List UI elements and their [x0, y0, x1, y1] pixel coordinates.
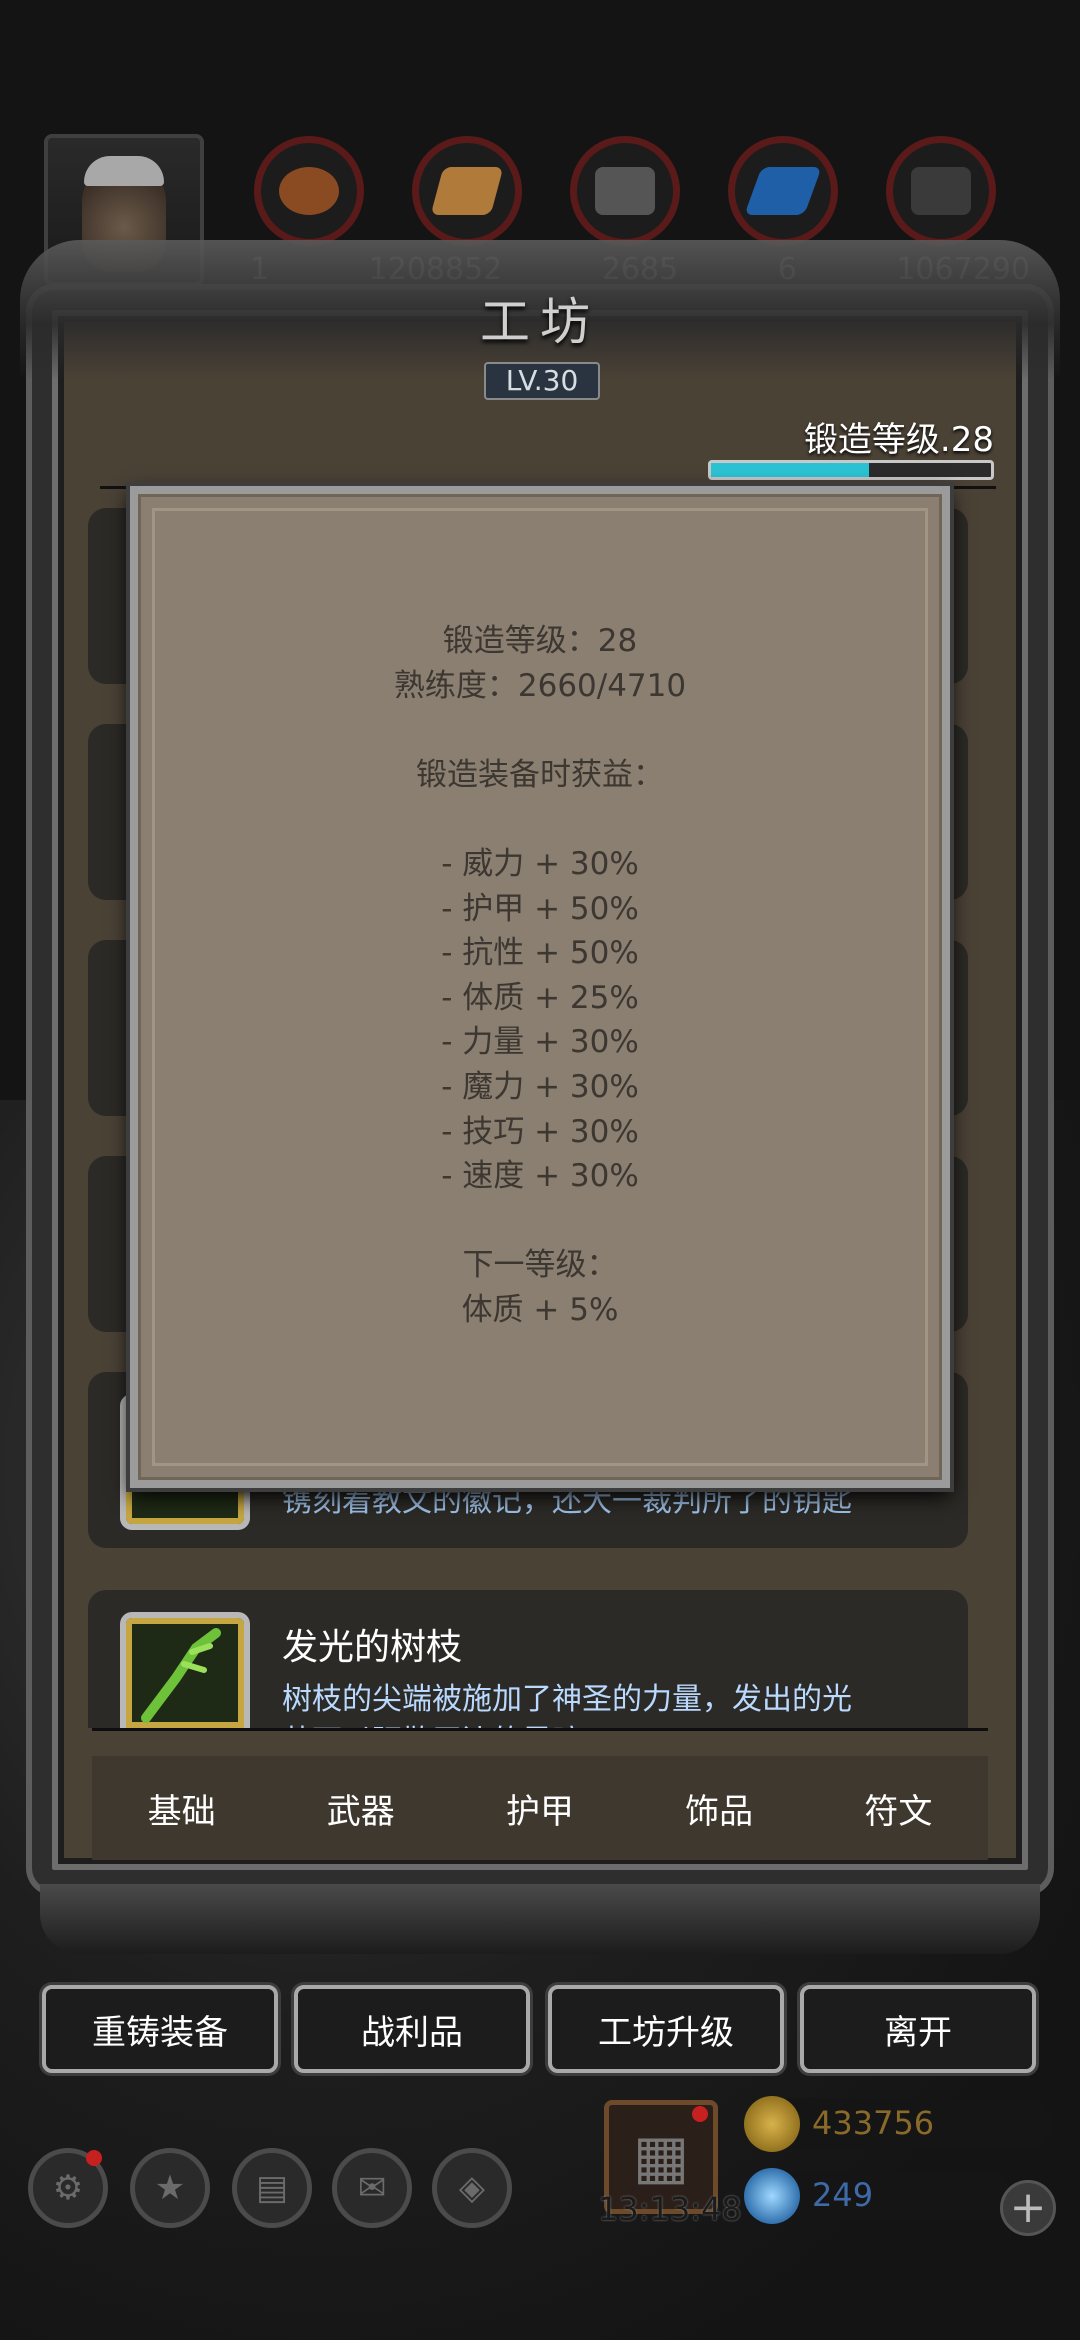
plus-icon[interactable]: + [1000, 2180, 1056, 2236]
benefit-line: - 魔力 + 30% [441, 1068, 639, 1105]
notification-dot [86, 2150, 102, 2166]
resource-plank-icon[interactable] [412, 136, 522, 246]
resource-wood-icon[interactable] [254, 136, 364, 246]
branch-icon [141, 1628, 221, 1723]
benefit-line: - 护甲 + 50% [441, 890, 639, 927]
resource-ore-icon[interactable] [570, 136, 680, 246]
item-description: 芒可以驱散无边的黑暗 [282, 1716, 582, 1728]
gem-amount: 249 [812, 2176, 874, 2214]
divider [92, 1728, 988, 1731]
reforge-button[interactable]: 重铸装备 [42, 1985, 278, 2073]
tab-accessories[interactable]: 饰品 [639, 1784, 799, 1833]
rune-icon[interactable]: ◈ [432, 2148, 512, 2228]
forge-level-line: 锻造等级：28 [442, 623, 638, 659]
avatar-cap [84, 156, 164, 186]
benefit-line: - 速度 + 30% [441, 1158, 639, 1195]
tab-runes[interactable]: 符文 [818, 1784, 978, 1833]
workshop-title: 工坊 [480, 293, 600, 351]
workshop-upgrade-button[interactable]: 工坊升级 [548, 1985, 784, 2073]
tab-weapons[interactable]: 武器 [281, 1784, 441, 1833]
notification-dot [692, 2106, 708, 2122]
item-name: 发光的树枝 [282, 1627, 463, 1668]
glowing-branch-icon[interactable] [120, 1612, 250, 1728]
benefit-line: - 威力 + 30% [441, 845, 639, 882]
benefits-heading: 锻造装备时获益： [416, 756, 664, 793]
scroll-icon[interactable]: ▤ [232, 2148, 312, 2228]
forge-level-label[interactable]: 锻造等级.28 [804, 412, 994, 461]
benefit-line: - 力量 + 30% [441, 1024, 639, 1061]
popup-content: 锻造等级：28 熟练度：2660/4710 锻造装备时获益： - 威力 + 30… [138, 619, 942, 1333]
workshop-level-badge: LV.30 [484, 362, 600, 400]
forge-progress-fill [711, 463, 870, 477]
proficiency-line: 熟练度：2660/4710 [393, 667, 687, 704]
next-level-heading: 下一等级： [462, 1247, 618, 1284]
mail-icon[interactable]: ✉ [332, 2148, 412, 2228]
item-description: 树枝的尖端被施加了神圣的力量，发出的光 [282, 1682, 852, 1717]
resource-crystal-icon[interactable] [728, 136, 838, 246]
resource-ingot-icon[interactable] [886, 136, 996, 246]
leave-button[interactable]: 离开 [800, 1985, 1036, 2073]
category-tabs: 基础 武器 护甲 饰品 符文 [92, 1756, 988, 1860]
gold-coin-icon [744, 2096, 800, 2152]
benefit-line: - 抗性 + 50% [441, 935, 639, 972]
gold-amount: 433756 [812, 2104, 935, 2142]
next-level-benefit: 体质 + 5% [461, 1291, 619, 1328]
tab-basic[interactable]: 基础 [102, 1784, 262, 1833]
forge-progress-bar [708, 460, 994, 480]
loot-button[interactable]: 战利品 [294, 1985, 530, 2073]
gem-icon [744, 2168, 800, 2224]
gift-timer: 13:13:48 [598, 2190, 742, 2228]
star-icon[interactable]: ★ [130, 2148, 210, 2228]
frame-bottom-ornament [40, 1884, 1040, 1954]
benefit-line: - 技巧 + 30% [441, 1113, 639, 1150]
tab-armor[interactable]: 护甲 [460, 1784, 620, 1833]
benefit-line: - 体质 + 25% [441, 979, 639, 1016]
forge-level-popup[interactable]: 锻造等级：28 熟练度：2660/4710 锻造装备时获益： - 威力 + 30… [130, 486, 950, 1488]
